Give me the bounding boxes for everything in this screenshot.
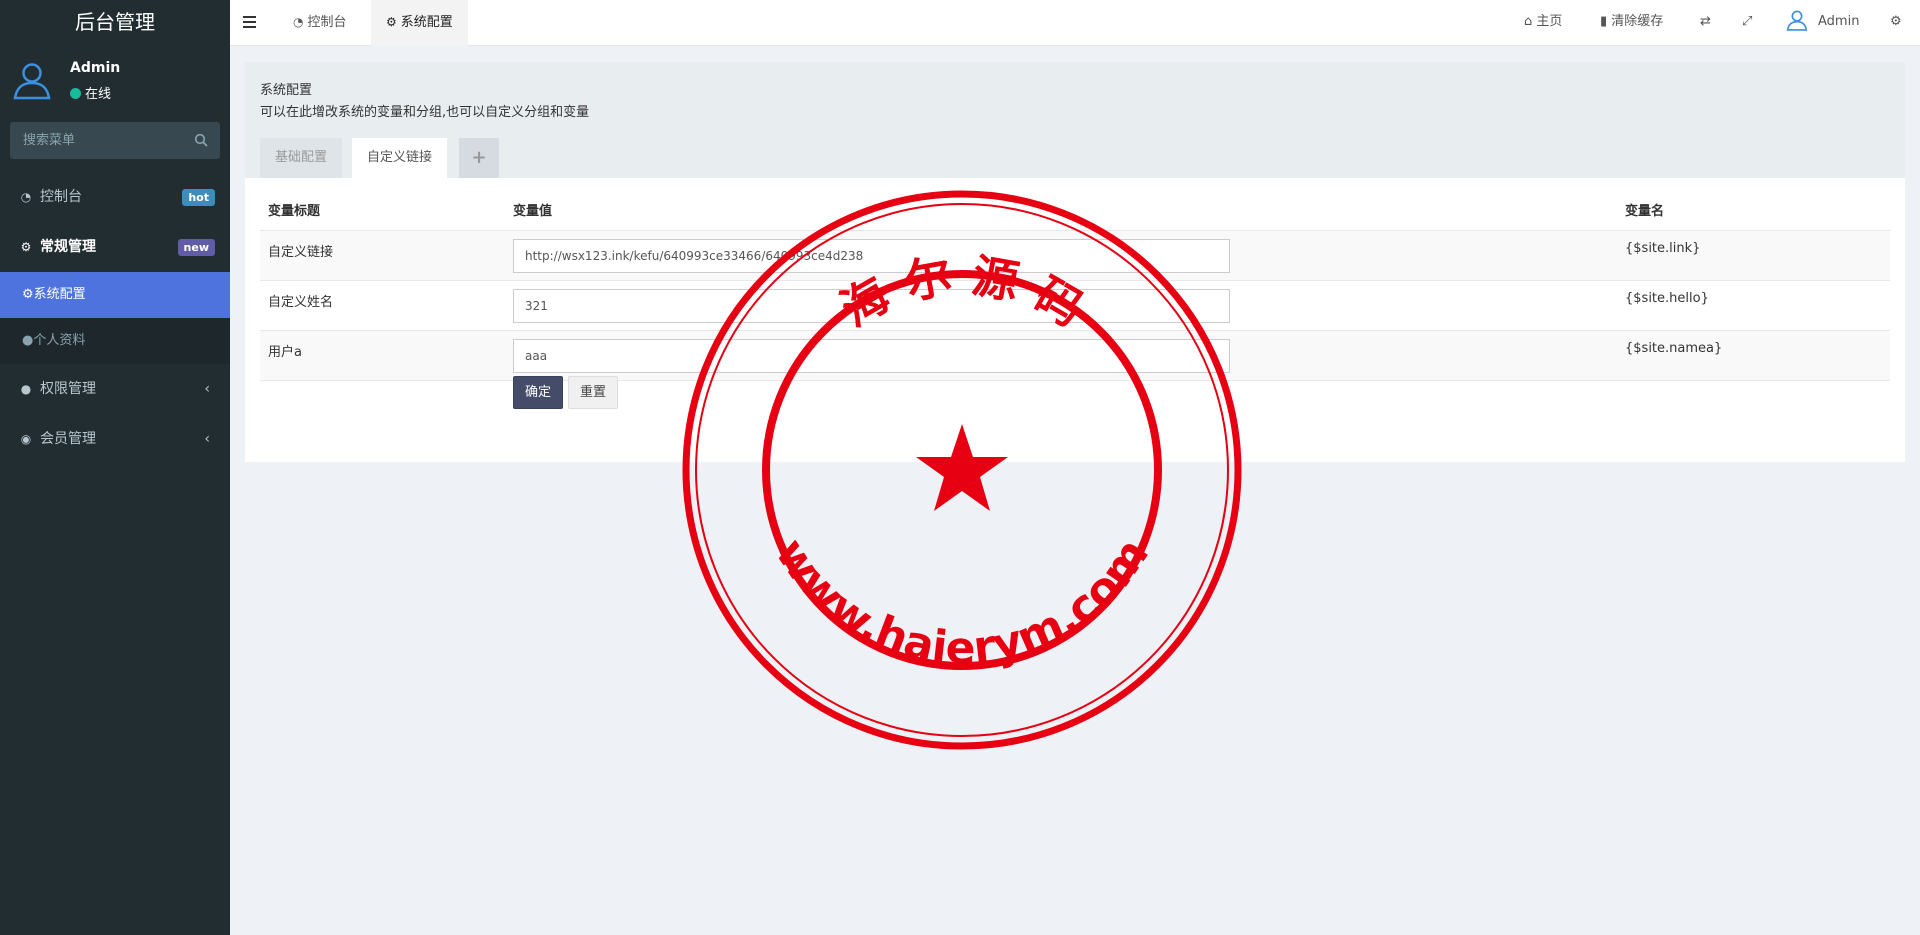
group-icon: ● bbox=[20, 382, 32, 396]
sidebar-item-system-config[interactable]: ⚙系统配置 bbox=[0, 272, 230, 318]
table-row: 自定义姓名 {$site.hello} bbox=[260, 280, 1890, 330]
chevron-left-icon: ‹ bbox=[204, 381, 210, 397]
sidebar: 后台管理 Admin 在线 ◔控制台 hot ⚙常规管理 new ⚙系统配置 bbox=[0, 0, 230, 935]
menu-label: 控制台 bbox=[40, 189, 82, 205]
hamburger-menu-icon[interactable] bbox=[242, 13, 258, 31]
sidebar-item-profile[interactable]: ●个人资料 bbox=[0, 318, 230, 364]
avatar bbox=[13, 63, 51, 100]
row-title: 自定义姓名 bbox=[268, 295, 334, 310]
home-label: 主页 bbox=[1536, 14, 1563, 29]
dashboard-icon: ◔ bbox=[20, 190, 32, 204]
reset-button[interactable]: 重置 bbox=[568, 376, 619, 409]
menu-label: 权限管理 bbox=[40, 381, 96, 397]
tab-custom-link[interactable]: 自定义链接 bbox=[352, 138, 448, 178]
gear-icon: ⚙ bbox=[22, 287, 34, 302]
cogs-icon: ⚙ bbox=[20, 240, 32, 254]
namea-value-input[interactable] bbox=[513, 339, 1230, 373]
admin-label: Admin bbox=[1818, 14, 1860, 29]
clear-cache-label: 清除缓存 bbox=[1611, 14, 1664, 29]
svg-text:www.haierym.com: www.haierym.com bbox=[765, 529, 1159, 674]
user-panel: Admin 在线 bbox=[0, 46, 230, 116]
table-row: 自定义链接 {$site.link} bbox=[260, 230, 1890, 280]
link-value-input[interactable] bbox=[513, 239, 1230, 273]
main-panel: 系统配置 可以在此增改系统的变量和分组,也可以自定义分组和变量 基础配置 自定义… bbox=[245, 62, 1905, 462]
top-header: ◔ 控制台 ⚙ 系统配置 ⌂ 主页 ▮ 清除缓存 ⇄ ⤢ Admin ⚙ bbox=[230, 0, 1920, 46]
fullscreen-icon[interactable]: ⤢ bbox=[1742, 0, 1752, 46]
table-row: 用户a {$site.namea} bbox=[260, 330, 1890, 380]
dashboard-icon: ◔ bbox=[293, 15, 304, 29]
status-text: 在线 bbox=[85, 87, 112, 102]
row-title: 自定义链接 bbox=[268, 245, 334, 260]
row-variable-name: {$site.hello} bbox=[1625, 291, 1709, 306]
tab-basic-config[interactable]: 基础配置 bbox=[260, 138, 343, 178]
tab-label: 系统配置 bbox=[400, 15, 453, 30]
user-name: Admin bbox=[70, 60, 121, 76]
settings-icon[interactable]: ⚙ bbox=[1890, 0, 1902, 46]
table-divider bbox=[260, 380, 1890, 381]
admin-menu[interactable]: Admin bbox=[1786, 0, 1859, 46]
row-variable-name: {$site.namea} bbox=[1625, 341, 1723, 356]
sidebar-item-member[interactable]: ◉ 会员管理 ‹ bbox=[0, 414, 230, 464]
clear-cache-button[interactable]: ▮ 清除缓存 bbox=[1600, 0, 1663, 46]
column-header-name: 变量名 bbox=[1625, 204, 1665, 219]
search-icon[interactable] bbox=[194, 133, 208, 147]
new-badge: new bbox=[177, 239, 215, 256]
menu-label: 系统配置 bbox=[33, 287, 86, 302]
page-description: 可以在此增改系统的变量和分组,也可以自定义分组和变量 bbox=[260, 105, 590, 120]
home-icon: ⌂ bbox=[1524, 14, 1533, 29]
column-header-value: 变量值 bbox=[513, 204, 553, 219]
tab-dashboard[interactable]: ◔ 控制台 bbox=[278, 0, 362, 46]
user-icon: ● bbox=[22, 333, 34, 348]
tab-system-config[interactable]: ⚙ 系统配置 bbox=[371, 0, 468, 46]
user-status: 在线 bbox=[70, 83, 111, 102]
menu-label: 个人资料 bbox=[33, 333, 86, 348]
online-dot-icon bbox=[70, 88, 81, 99]
search-input[interactable] bbox=[10, 122, 220, 159]
hello-value-input[interactable] bbox=[513, 289, 1230, 323]
menu-label: 常规管理 bbox=[40, 239, 96, 255]
sidebar-item-dashboard[interactable]: ◔ 控制台 hot bbox=[0, 172, 230, 222]
sidebar-search bbox=[10, 122, 220, 159]
column-header-title: 变量标题 bbox=[268, 204, 321, 219]
submenu-general: ⚙系统配置 ●个人资料 bbox=[0, 272, 230, 364]
confirm-button[interactable]: 确定 bbox=[513, 376, 564, 409]
sidebar-menu: ◔ 控制台 hot ⚙ 常规管理 new ⚙系统配置 ●个人资料 ● 权限管理 ‹ ◉… bbox=[0, 172, 230, 464]
sidebar-item-general[interactable]: ⚙ 常规管理 new bbox=[0, 222, 230, 272]
chevron-left-icon: ‹ bbox=[204, 431, 210, 447]
menu-label: 会员管理 bbox=[40, 431, 96, 447]
language-icon[interactable]: ⇄ bbox=[1700, 0, 1711, 46]
gear-icon: ⚙ bbox=[386, 15, 397, 29]
admin-avatar-icon bbox=[1786, 10, 1808, 31]
stamp-bottom-text: www.haierym.com bbox=[765, 529, 1159, 674]
home-link[interactable]: ⌂ 主页 bbox=[1524, 0, 1562, 46]
page-title: 系统配置 bbox=[260, 83, 313, 98]
row-variable-name: {$site.link} bbox=[1625, 241, 1701, 256]
trash-icon: ▮ bbox=[1600, 14, 1608, 29]
tab-label: 控制台 bbox=[307, 15, 347, 30]
logo[interactable]: 后台管理 bbox=[0, 0, 230, 46]
hot-badge: hot bbox=[182, 189, 215, 206]
panel-heading: 系统配置 可以在此增改系统的变量和分组,也可以自定义分组和变量 基础配置 自定义… bbox=[245, 62, 1905, 178]
add-group-button[interactable]: + bbox=[459, 138, 499, 178]
user-circle-icon: ◉ bbox=[20, 432, 32, 446]
row-title: 用户a bbox=[268, 345, 302, 360]
sidebar-item-auth[interactable]: ● 权限管理 ‹ bbox=[0, 364, 230, 414]
